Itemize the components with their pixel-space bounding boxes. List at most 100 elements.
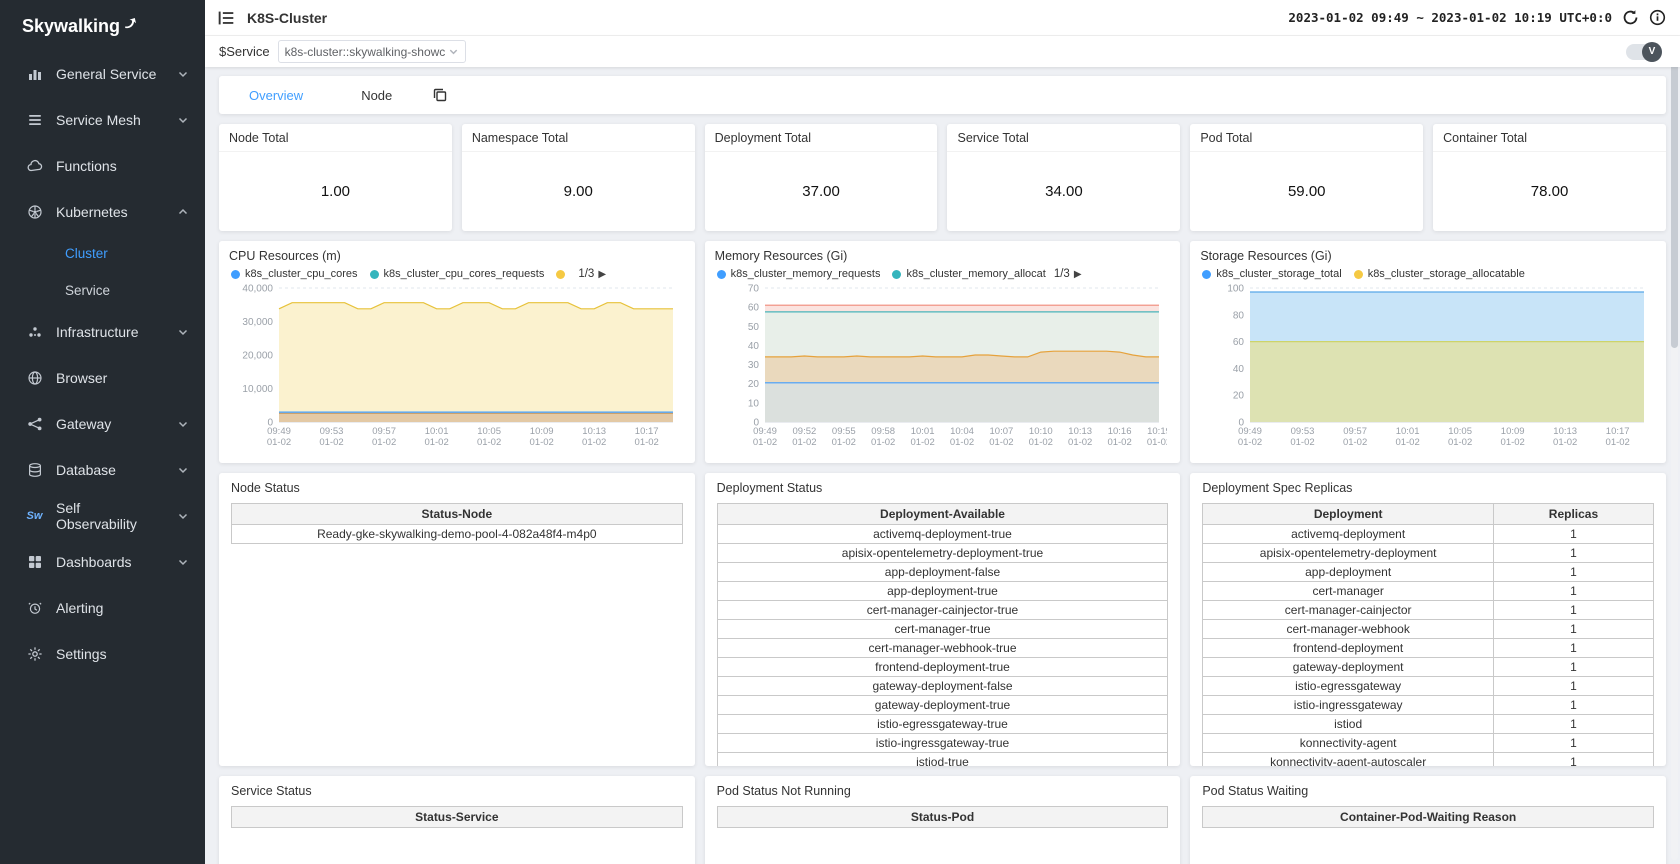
table-cell: Ready-gke-skywalking-demo-pool-4-082a48f… bbox=[232, 525, 683, 544]
cloud-icon bbox=[26, 158, 43, 175]
gateway-icon bbox=[26, 416, 43, 433]
svg-text:09:49: 09:49 bbox=[267, 426, 291, 437]
gear-icon bbox=[26, 646, 43, 663]
scrollbar-thumb[interactable] bbox=[1671, 58, 1678, 348]
chart-title: CPU Resources (m) bbox=[229, 249, 685, 263]
sidebar-item-gateway[interactable]: Gateway bbox=[0, 401, 205, 447]
svg-text:20: 20 bbox=[748, 379, 760, 390]
table-cell: istiod-true bbox=[717, 753, 1168, 767]
time-range-picker[interactable]: 2023-01-02 09:49 ~ 2023-01-02 10:19 UTC+… bbox=[1288, 10, 1612, 25]
svg-text:100: 100 bbox=[1228, 284, 1245, 295]
edit-tabs-icon[interactable] bbox=[432, 87, 448, 103]
sidebar-item-alerting[interactable]: Alerting bbox=[0, 585, 205, 631]
svg-text:10:01: 10:01 bbox=[425, 426, 449, 437]
legend-item[interactable]: k8s_cluster_memory_requests bbox=[717, 268, 881, 280]
grid-icon bbox=[26, 554, 43, 571]
legend-label: k8s_cluster_cpu_cores_requests bbox=[384, 268, 545, 280]
chevron-down-icon bbox=[177, 510, 189, 522]
sidebar-item-self-observability[interactable]: SwSelf Observability bbox=[0, 493, 205, 539]
svg-text:10: 10 bbox=[748, 398, 760, 409]
card-title: Pod Status Not Running bbox=[717, 784, 1169, 798]
legend-item[interactable]: k8s_cluster_memory_allocat bbox=[892, 268, 1045, 280]
svg-text:01-02: 01-02 bbox=[950, 437, 974, 448]
table-row: istio-egressgateway-true bbox=[717, 715, 1168, 734]
sidebar-item-browser[interactable]: Browser bbox=[0, 355, 205, 401]
tab-node[interactable]: Node bbox=[361, 88, 392, 103]
table-row: istio-ingressgateway1 bbox=[1203, 696, 1654, 715]
table-row: gateway-deployment1 bbox=[1203, 658, 1654, 677]
legend-item[interactable]: k8s_cluster_cpu_cores bbox=[231, 268, 358, 280]
svg-text:10:13: 10:13 bbox=[1554, 426, 1578, 437]
svg-text:01-02: 01-02 bbox=[1343, 437, 1367, 448]
table-row: Ready-gke-skywalking-demo-pool-4-082a48f… bbox=[232, 525, 683, 544]
legend-dot bbox=[370, 270, 379, 279]
table-row: istiod1 bbox=[1203, 715, 1654, 734]
sidebar-item-cluster[interactable]: Cluster bbox=[0, 235, 205, 272]
svg-text:01-02: 01-02 bbox=[582, 437, 606, 448]
main-area: K8S-Cluster 2023-01-02 09:49 ~ 2023-01-0… bbox=[205, 0, 1680, 864]
legend-item[interactable] bbox=[556, 270, 570, 279]
svg-text:10:04: 10:04 bbox=[950, 426, 974, 437]
svg-text:09:57: 09:57 bbox=[372, 426, 396, 437]
svg-text:40,000: 40,000 bbox=[242, 284, 273, 295]
stat-title: Pod Total bbox=[1190, 124, 1423, 152]
svg-text:01-02: 01-02 bbox=[910, 437, 934, 448]
table-cell: gateway-deployment bbox=[1203, 658, 1494, 677]
table-cell: 1 bbox=[1493, 620, 1653, 639]
sidebar-item-label: Infrastructure bbox=[56, 324, 138, 340]
tables-row: Node Status Status-NodeReady-gke-skywalk… bbox=[219, 473, 1666, 766]
svg-text:01-02: 01-02 bbox=[831, 437, 855, 448]
sidebar-item-service[interactable]: Service bbox=[0, 272, 205, 309]
legend-dot bbox=[717, 270, 726, 279]
skywalking-logo[interactable]: Skywalking bbox=[0, 0, 205, 51]
card-title: Deployment Status bbox=[717, 481, 1169, 495]
version-toggle[interactable]: V bbox=[1626, 44, 1660, 60]
table-cell: apisix-opentelemetry-deployment bbox=[1203, 544, 1494, 563]
table-cell: istio-egressgateway-true bbox=[717, 715, 1168, 734]
deployment-status-table: Deployment-Availableactivemq-deployment-… bbox=[717, 503, 1169, 766]
table-cell: activemq-deployment bbox=[1203, 525, 1494, 544]
collapse-sidebar-icon[interactable] bbox=[217, 9, 235, 27]
info-icon[interactable] bbox=[1649, 9, 1666, 26]
svg-text:10:09: 10:09 bbox=[530, 426, 554, 437]
legend-dot bbox=[556, 270, 565, 279]
service-select[interactable]: k8s-cluster::skywalking-showca bbox=[278, 40, 466, 63]
tab-overview[interactable]: Overview bbox=[249, 88, 303, 103]
dashboard-content: Overview Node Node Total1.00Namespace To… bbox=[205, 67, 1680, 864]
layers-icon bbox=[26, 112, 43, 129]
sidebar-item-database[interactable]: Database bbox=[0, 447, 205, 493]
legend-item[interactable]: k8s_cluster_storage_total bbox=[1202, 268, 1341, 280]
sidebar-item-settings[interactable]: Settings bbox=[0, 631, 205, 677]
chart-title: Memory Resources (Gi) bbox=[715, 249, 1171, 263]
table-cell: 1 bbox=[1493, 582, 1653, 601]
svg-text:70: 70 bbox=[748, 284, 760, 295]
kubernetes-icon bbox=[26, 204, 43, 221]
chart-title: Storage Resources (Gi) bbox=[1200, 249, 1656, 263]
sidebar-item-general-service[interactable]: General Service bbox=[0, 51, 205, 97]
svg-text:10:07: 10:07 bbox=[989, 426, 1013, 437]
legend-item[interactable]: k8s_cluster_cpu_cores_requests bbox=[370, 268, 545, 280]
card-title: Service Status bbox=[231, 784, 683, 798]
legend-item[interactable]: k8s_cluster_storage_allocatable bbox=[1354, 268, 1525, 280]
next-page-icon[interactable]: ▶ bbox=[598, 269, 606, 280]
sidebar-item-infrastructure[interactable]: Infrastructure bbox=[0, 309, 205, 355]
sidebar-item-kubernetes[interactable]: Kubernetes bbox=[0, 189, 205, 235]
chevron-down-icon bbox=[448, 46, 459, 57]
sidebar-item-service-mesh[interactable]: Service Mesh bbox=[0, 97, 205, 143]
sidebar-item-dashboards[interactable]: Dashboards bbox=[0, 539, 205, 585]
chart-icon bbox=[26, 66, 43, 83]
table-cell: istio-ingressgateway-true bbox=[717, 734, 1168, 753]
refresh-icon[interactable] bbox=[1622, 9, 1639, 26]
legend-dot bbox=[1354, 270, 1363, 279]
next-page-icon[interactable]: ▶ bbox=[1074, 269, 1082, 280]
svg-text:10:13: 10:13 bbox=[582, 426, 606, 437]
bottom-tables-row: Service Status Status-Service Pod Status… bbox=[219, 776, 1666, 864]
chart-plot: 40,00030,00020,00010,000009:4901-0209:53… bbox=[229, 282, 681, 452]
svg-text:10:16: 10:16 bbox=[1107, 426, 1131, 437]
sidebar-nav: General ServiceService MeshFunctionsKube… bbox=[0, 51, 205, 677]
sidebar-item-functions[interactable]: Functions bbox=[0, 143, 205, 189]
pod-status-waiting-card: Pod Status Waiting Container-Pod-Waiting… bbox=[1190, 776, 1666, 864]
table-cell: konnectivity-agent-autoscaler bbox=[1203, 753, 1494, 767]
chart-card-cpu-resources-m-: CPU Resources (m) k8s_cluster_cpu_cores k8… bbox=[219, 241, 695, 463]
globe-icon bbox=[26, 370, 43, 387]
